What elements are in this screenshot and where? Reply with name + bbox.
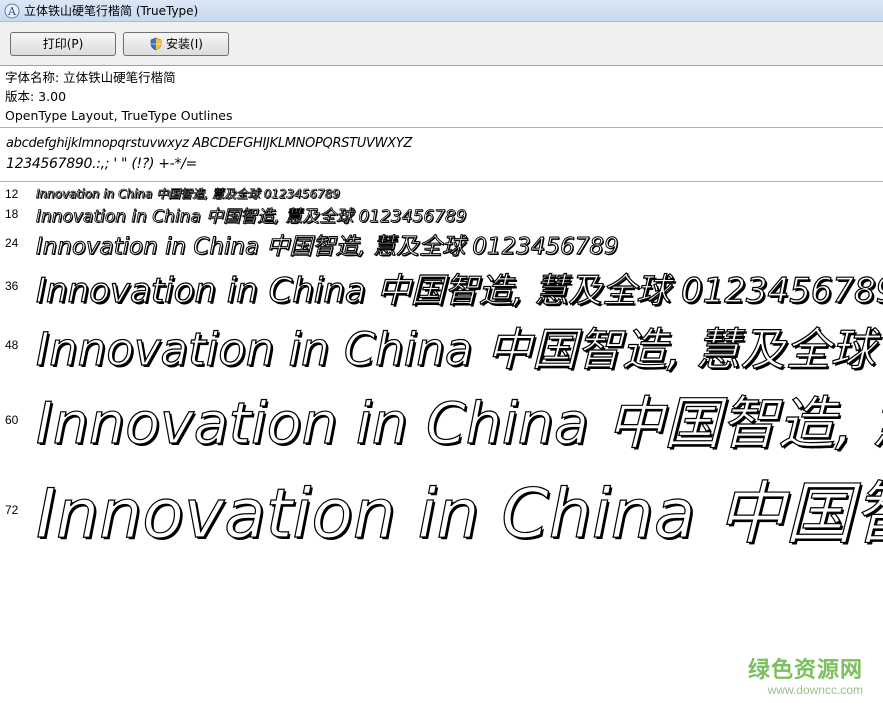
svg-text:A: A bbox=[7, 5, 17, 18]
install-button-label: 安装(I) bbox=[166, 37, 203, 51]
sample-text-72: Innovation in China 中国智造, 慧及全球 012345678… bbox=[35, 474, 883, 554]
sample-area[interactable]: 12 Innovation in China 中国智造, 慧及全球 012345… bbox=[0, 183, 883, 709]
print-button-label: 打印(P) bbox=[42, 37, 84, 51]
uac-shield-icon bbox=[150, 37, 162, 51]
font-type: OpenType Layout, TrueType Outlines bbox=[5, 108, 233, 123]
size-label-60: 60 bbox=[5, 413, 19, 427]
window-title: 立体铁山硬笔行楷简 (TrueType) bbox=[24, 4, 199, 18]
font-viewer-icon: A bbox=[4, 3, 20, 19]
size-label-48: 48 bbox=[5, 338, 19, 352]
sample-text-12: Innovation in China 中国智造, 慧及全球 012345678… bbox=[36, 187, 341, 202]
sample-text-36: Innovation in China 中国智造, 慧及全球 012345678… bbox=[35, 270, 883, 311]
title-bar[interactable]: A 立体铁山硬笔行楷简 (TrueType) bbox=[0, 0, 883, 22]
sample-text-18: Innovation in China 中国智造, 慧及全球 012345678… bbox=[36, 207, 467, 228]
watermark: 绿色资源网 www.downcc.com bbox=[747, 658, 863, 698]
charset-digits: 1234567890.:,; ' " (!?) +-*/= bbox=[6, 156, 197, 172]
size-label-72: 72 bbox=[5, 503, 19, 517]
size-label-18: 18 bbox=[5, 207, 19, 221]
print-button[interactable]: 打印(P) bbox=[10, 32, 116, 56]
sample-text-48: Innovation in China 中国智造, 慧及全球 012345678… bbox=[35, 322, 883, 376]
font-info-section: 字体名称: 立体铁山硬笔行楷简 版本: 3.00 OpenType Layout… bbox=[0, 67, 883, 128]
size-label-36: 36 bbox=[5, 279, 19, 293]
watermark-url: www.downcc.com bbox=[767, 683, 863, 697]
charset-section: abcdefghijklmnopqrstuvwxyz ABCDEFGHIJKLM… bbox=[0, 129, 883, 182]
sample-text-60: Innovation in China 中国智造, 慧及全球 012345678… bbox=[35, 390, 883, 457]
toolbar: 打印(P) 安装(I) bbox=[0, 22, 883, 66]
size-label-24: 24 bbox=[5, 236, 19, 250]
font-version: 版本: 3.00 bbox=[5, 89, 67, 104]
charset-letters: abcdefghijklmnopqrstuvwxyz ABCDEFGHIJKLM… bbox=[6, 136, 412, 151]
sample-text-24: Innovation in China 中国智造, 慧及全球 012345678… bbox=[36, 234, 620, 261]
watermark-cn: 绿色资源网 bbox=[747, 658, 863, 683]
font-name: 字体名称: 立体铁山硬笔行楷简 bbox=[5, 70, 176, 85]
size-label-12: 12 bbox=[5, 187, 19, 201]
install-button[interactable]: 安装(I) bbox=[123, 32, 229, 56]
